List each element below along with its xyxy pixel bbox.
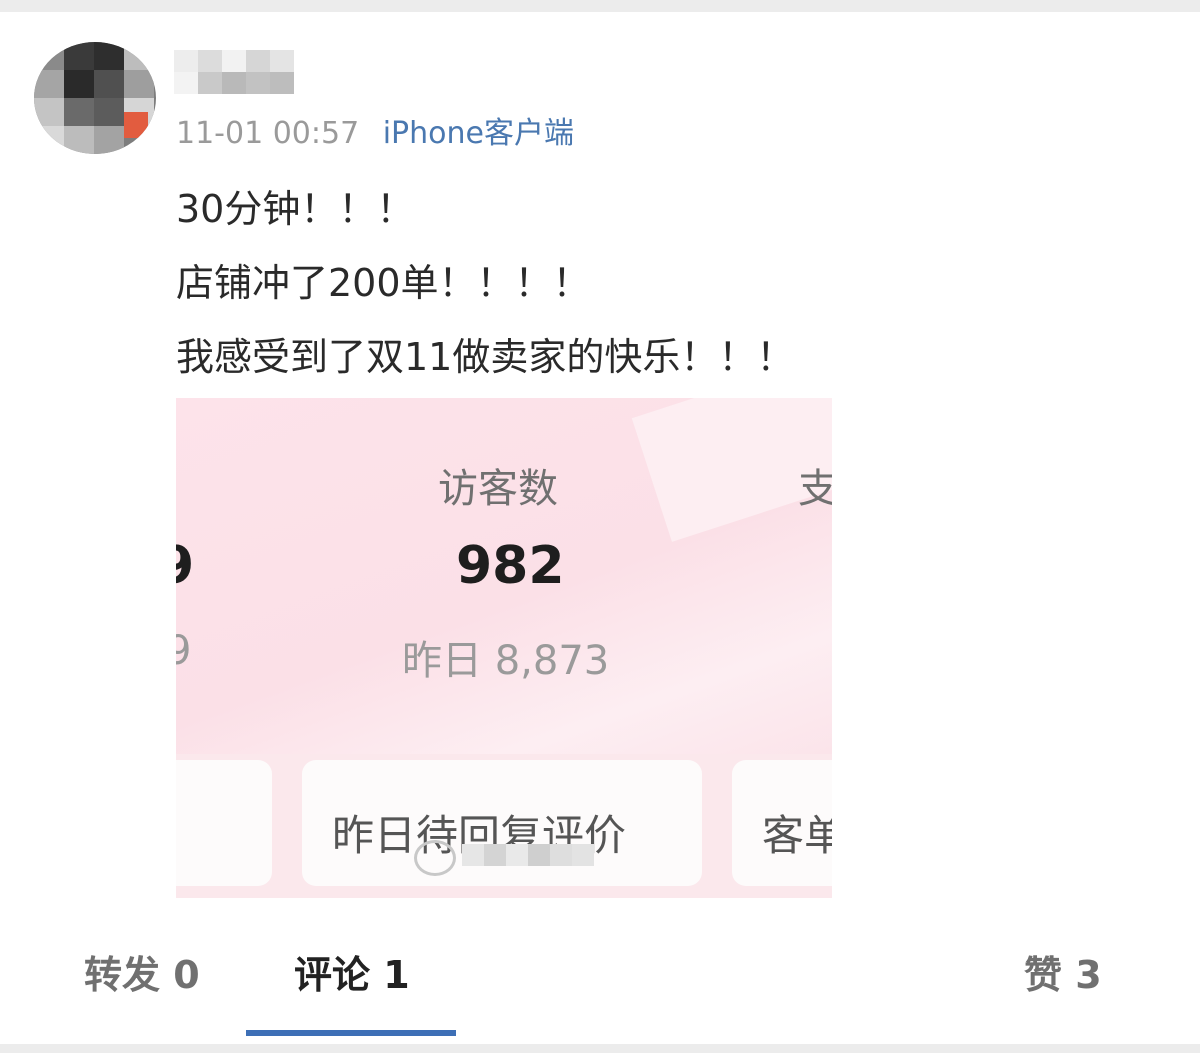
post-meta: 11-01 00:57 iPhone客户端 xyxy=(176,108,574,152)
visitors-yesterday: 昨日 8,873 xyxy=(402,638,610,684)
post-source[interactable]: iPhone客户端 xyxy=(383,116,574,151)
post-action-tabs: 转发 0 评论 1 赞 3 xyxy=(0,930,1200,1010)
visitors-label: 访客数 xyxy=(438,466,558,512)
tab-repost[interactable]: 转发 0 xyxy=(84,944,200,999)
top-divider xyxy=(0,0,1200,12)
tab-like[interactable]: 赞 3 xyxy=(1024,944,1102,999)
post-line: 30分钟！！！ xyxy=(176,187,415,231)
cropped-sub: 9 xyxy=(176,628,192,674)
visitors-value: 982 xyxy=(456,536,565,596)
bottom-divider xyxy=(0,1044,1200,1053)
cropped-card-label: 客单 xyxy=(762,811,832,860)
post-line: 店铺冲了200单！！！！ xyxy=(176,261,591,305)
image-card xyxy=(176,760,272,886)
avatar[interactable] xyxy=(34,42,156,154)
tab-comment[interactable]: 评论 1 xyxy=(294,944,410,999)
weibo-logo-icon xyxy=(414,840,456,876)
post-line: 我感受到了双11做卖家的快乐！！！ xyxy=(176,335,795,379)
active-tab-indicator xyxy=(246,1030,456,1036)
cropped-value: 9 xyxy=(176,536,195,596)
post-text: 30分钟！！！ 店铺冲了200单！！！！ 我感受到了双11做卖家的快乐！！！ xyxy=(176,172,794,394)
watermark xyxy=(414,836,594,876)
cropped-label: 支 xyxy=(798,466,832,512)
username-blurred[interactable] xyxy=(174,50,298,94)
post-time: 11-01 00:57 xyxy=(176,116,360,151)
post-image[interactable]: 访客数 支 9 982 9 昨日 8,873 昨日待回复评价 客单 xyxy=(176,398,832,898)
